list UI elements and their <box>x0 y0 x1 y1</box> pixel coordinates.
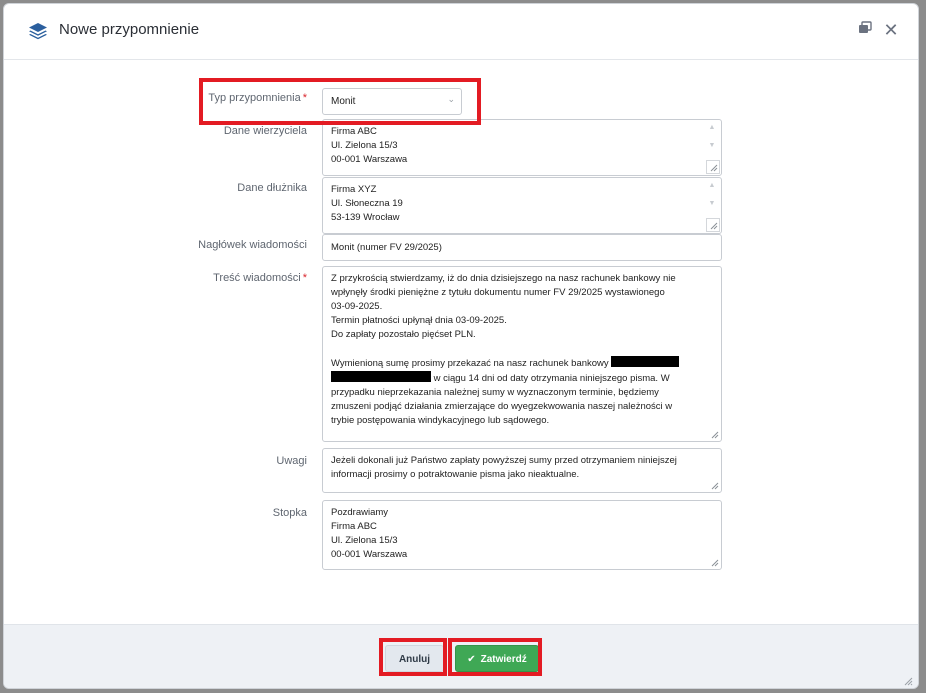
text-line: Firma ABC <box>331 126 377 137</box>
text-line: Do zapłaty pozostało pięćset PLN. <box>331 329 476 340</box>
debtor-label: Dane dłużnika <box>237 182 307 194</box>
restore-window-icon[interactable] <box>858 21 876 39</box>
message-header-input[interactable]: Monit (numer FV 29/2025) <box>322 234 722 261</box>
content-label-text: Treść wiadomości <box>213 272 301 284</box>
footer-textarea[interactable]: Pozdrawiamy Firma ABC Ul. Zielona 15/3 0… <box>322 500 722 570</box>
redacted-account-number <box>611 356 680 367</box>
notes-textarea[interactable]: Jeżeli dokonali już Państwo zapłaty powy… <box>322 448 722 493</box>
redacted-account-number <box>331 371 431 382</box>
text-line: informacji prosimy o potraktowanie pisma… <box>331 469 580 480</box>
dialog-title: Nowe przypomnienie <box>59 21 200 38</box>
scroll-down-icon[interactable]: ▼ <box>706 199 718 209</box>
text-line: 03-09-2025. <box>331 301 383 312</box>
creditor-textarea[interactable]: Firma ABC Ul. Zielona 15/3 00-001 Warsza… <box>322 119 722 176</box>
text-line: 00-001 Warszawa <box>331 549 408 560</box>
check-icon: ✔ <box>467 654 476 665</box>
text-line: trybie postępowania windykacyjnego lub s… <box>331 415 550 426</box>
text-line: 00-001 Warszawa <box>331 154 408 165</box>
notes-label: Uwagi <box>276 455 307 467</box>
confirm-button[interactable]: ✔ Zatwierdź <box>455 645 539 672</box>
content-label: Treść wiadomości * <box>167 272 307 284</box>
chevron-down-icon: ⌄ <box>447 94 455 104</box>
scrollbar[interactable]: ▲ ▼ <box>706 181 718 213</box>
text-line: zmuszeni podjąć działania zmierzające do… <box>331 401 673 412</box>
text-line: Firma XYZ <box>331 184 377 195</box>
scroll-up-icon[interactable]: ▲ <box>706 123 718 133</box>
text-line: Termin płatności upłynął dnia 03-09-2025… <box>331 315 507 326</box>
confirm-button-label: Zatwierdź <box>480 654 527 665</box>
scroll-down-icon[interactable]: ▼ <box>706 141 718 151</box>
required-marker: * <box>302 92 307 104</box>
creditor-label: Dane wierzyciela <box>223 125 307 137</box>
resize-handle-icon[interactable] <box>706 218 720 232</box>
text-line: przypadku nieprzekazania należnej sumy w… <box>331 387 659 398</box>
message-header-value: Monit (numer FV 29/2025) <box>331 242 442 253</box>
text-line: 53-139 Wrocław <box>331 212 400 223</box>
layers-icon <box>28 21 48 41</box>
resize-handle-icon[interactable] <box>706 554 720 568</box>
required-marker: * <box>302 272 307 284</box>
text-line-with-redaction: w ciągu 14 dni od daty otrzymania niniej… <box>331 371 713 386</box>
message-content-textarea[interactable]: Z przykrością stwierdzamy, iż do dnia dz… <box>322 266 722 442</box>
text-line: wpłynęły środki pieniężne z tytułu dokum… <box>331 287 665 298</box>
scrollbar[interactable]: ▲ ▼ <box>706 123 718 155</box>
text-line: Z przykrością stwierdzamy, iż do dnia dz… <box>331 273 676 284</box>
text-line <box>331 342 713 356</box>
text-segment: w ciągu 14 dni od daty otrzymania niniej… <box>431 373 670 384</box>
text-line: Pozdrawiamy <box>331 507 389 518</box>
type-label: Typ przypomnienia * <box>167 92 307 104</box>
dialog-header: Nowe przypomnienie ✕ <box>4 4 918 60</box>
reminder-type-select[interactable]: Monit ⌄ <box>322 88 462 115</box>
window-resize-grip-icon[interactable] <box>903 673 913 686</box>
text-line: Ul. Słoneczna 19 <box>331 198 403 209</box>
text-line: Jeżeli dokonali już Państwo zapłaty powy… <box>331 455 677 466</box>
text-line: Ul. Zielona 15/3 <box>331 535 398 546</box>
reminder-type-value: Monit <box>331 96 356 107</box>
text-line: Firma ABC <box>331 521 377 532</box>
resize-handle-icon[interactable] <box>706 477 720 491</box>
new-reminder-dialog: Nowe przypomnienie ✕ Typ przypomnienia * … <box>3 3 919 689</box>
scroll-up-icon[interactable]: ▲ <box>706 181 718 191</box>
resize-handle-icon[interactable] <box>706 426 720 440</box>
header-label: Nagłówek wiadomości <box>198 239 307 251</box>
text-segment: Wymienioną sumę prosimy przekazać na nas… <box>331 358 609 369</box>
resize-handle-icon[interactable] <box>706 160 720 174</box>
cancel-button[interactable]: Anuluj <box>385 645 444 672</box>
debtor-textarea[interactable]: Firma XYZ Ul. Słoneczna 19 53-139 Wrocła… <box>322 177 722 234</box>
type-label-text: Typ przypomnienia <box>208 92 301 104</box>
footer-label: Stopka <box>272 507 307 519</box>
text-line: Ul. Zielona 15/3 <box>331 140 398 151</box>
close-icon[interactable]: ✕ <box>882 21 900 39</box>
text-line-with-redaction: Wymienioną sumę prosimy przekazać na nas… <box>331 356 713 371</box>
